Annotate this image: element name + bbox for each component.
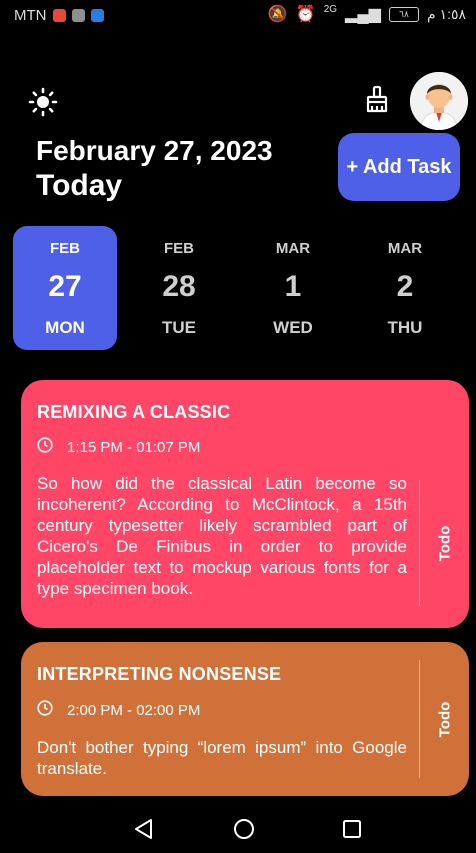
carrier-label: MTN [14,7,47,24]
task-status-label: Todo [436,525,454,561]
date-item-feb-28[interactable]: FEB 28 TUE [127,226,231,350]
network-label: 2G [323,4,338,15]
status-right: 🔕 ⏰ 2G ▂▄▆ ٦٨ ١:٥٨ م [267,4,466,23]
date-weekday: THU [387,318,423,337]
sun-icon[interactable] [28,87,58,117]
date-item-mar-2[interactable]: MAR 2 THU [353,226,457,350]
task-card[interactable]: INTERPRETING NONSENSE 2:00 PM - 02:00 PM… [21,642,469,796]
task-title: REMIXING A CLASSIC [37,402,231,422]
system-nav-bar [0,803,476,853]
broom-icon[interactable] [362,84,392,114]
task-time-row: 1:15 PM - 01:07 PM [37,437,200,457]
clock-time: ١:٥٨ م [426,6,466,22]
current-date-heading: February 27, 2023 [36,135,273,166]
date-month: MAR [275,240,311,257]
clock-icon [37,700,53,720]
avatar[interactable] [410,72,468,130]
status-left: MTN [14,7,104,24]
today-heading: Today [36,169,123,202]
home-circle-icon[interactable] [230,815,258,843]
date-day: 2 [396,270,414,303]
task-time-row: 2:00 PM - 02:00 PM [37,700,200,720]
task-divider [419,660,420,778]
mute-icon: 🔕 [267,5,288,23]
date-item-mar-1[interactable]: MAR 1 WED [241,226,345,350]
task-status[interactable]: Todo [425,480,465,606]
recents-square-icon[interactable] [338,815,366,843]
date-month: FEB [164,240,194,257]
clock-icon [37,437,53,457]
status-bar: MTN 🔕 ⏰ 2G ▂▄▆ ٦٨ ١:٥٨ م [0,0,476,34]
task-time: 2:00 PM - 02:00 PM [67,701,201,719]
date-item-feb-27[interactable]: FEB 27 MON [13,226,117,350]
task-divider [419,480,420,606]
task-card[interactable]: REMIXING A CLASSIC 1:15 PM - 01:07 PM So… [21,380,469,628]
task-description: Don't bother typing “lorem ipsum” into G… [37,738,407,778]
task-status-label: Todo [436,701,454,737]
alarm-icon: ⏰ [295,5,316,23]
back-triangle-icon[interactable] [130,815,158,843]
task-status[interactable]: Todo [425,660,465,778]
date-weekday: TUE [162,318,196,337]
notification-icon-2 [71,9,85,22]
date-weekday: WED [273,318,313,337]
date-day: 28 [162,270,196,303]
notification-icon-3 [90,9,104,22]
add-task-button[interactable]: + Add Task [338,133,460,201]
date-month: FEB [50,240,80,257]
date-day: 1 [284,270,302,303]
task-time: 1:15 PM - 01:07 PM [67,438,201,456]
date-day: 27 [48,270,82,303]
task-description: So how did the classical Latin become so… [37,474,407,598]
date-picker: FEB 27 MON FEB 28 TUE MAR 1 WED MAR 2 TH… [13,226,463,350]
battery-icon: ٦٨ [388,7,419,22]
signal-icon: ▂▄▆ [345,5,381,23]
battery-level: ٦٨ [399,9,409,19]
date-month: MAR [387,240,423,257]
date-weekday: MON [45,318,85,337]
task-title: INTERPRETING NONSENSE [37,664,282,684]
notification-icon-1 [52,9,66,22]
